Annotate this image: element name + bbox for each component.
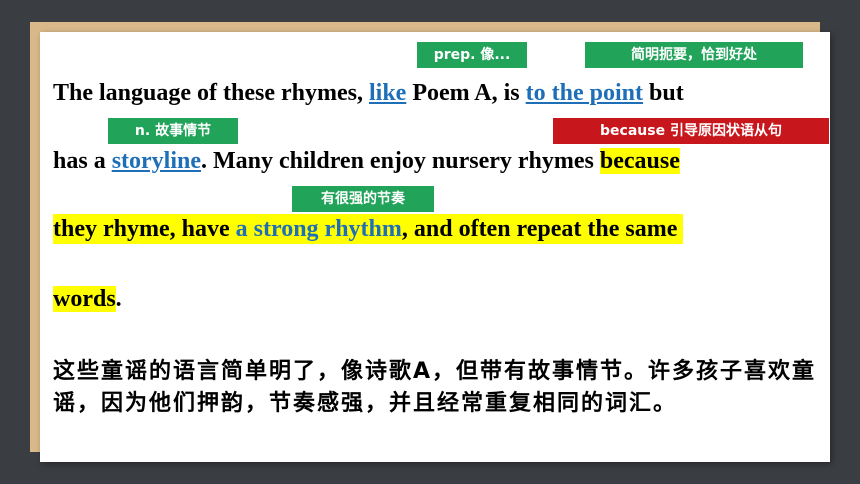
line1-text-b: Poem A, is — [406, 80, 526, 106]
line2-text-a: has a — [53, 148, 112, 174]
slide-card: prep. 像... 简明扼要，恰到好处 The language of the… — [40, 32, 830, 462]
line4-period: . — [115, 286, 122, 312]
word-storyline: storyline — [111, 148, 202, 174]
paragraph-line-2: has a storyline. Many children enjoy nur… — [53, 146, 680, 176]
word-because: because — [599, 148, 680, 174]
paragraph-line-1: The language of these rhymes, like Poem … — [53, 78, 684, 108]
line1-text-a: The language of these rhymes, — [53, 80, 369, 106]
paragraph-line-4: words. — [53, 284, 122, 314]
phrase-strong-rhythm: a strong rhythm — [235, 216, 402, 242]
tag-storyline: n. 故事情节 — [108, 118, 238, 144]
line3-text-b: , and often repeat the same — [401, 216, 678, 242]
phrase-to-the-point: to the point — [525, 80, 643, 106]
line3-text-a: they rhyme, have — [53, 216, 236, 242]
word-words: words — [53, 286, 116, 312]
word-like: like — [368, 80, 407, 106]
line2-text-b: . Many children enjoy nursery rhymes — [201, 148, 600, 174]
paragraph-line-3: they rhyme, have a strong rhythm, and of… — [53, 214, 684, 244]
tag-to-the-point: 简明扼要，恰到好处 — [585, 42, 803, 68]
tag-prep: prep. 像... — [417, 42, 527, 68]
tag-because: because 引导原因状语从句 — [553, 118, 829, 144]
tag-rhythm: 有很强的节奏 — [292, 186, 434, 212]
line1-text-c: but — [643, 80, 684, 106]
chinese-translation: 这些童谣的语言简单明了，像诗歌A，但带有故事情节。许多孩子喜欢童谣，因为他们押韵… — [53, 359, 817, 416]
